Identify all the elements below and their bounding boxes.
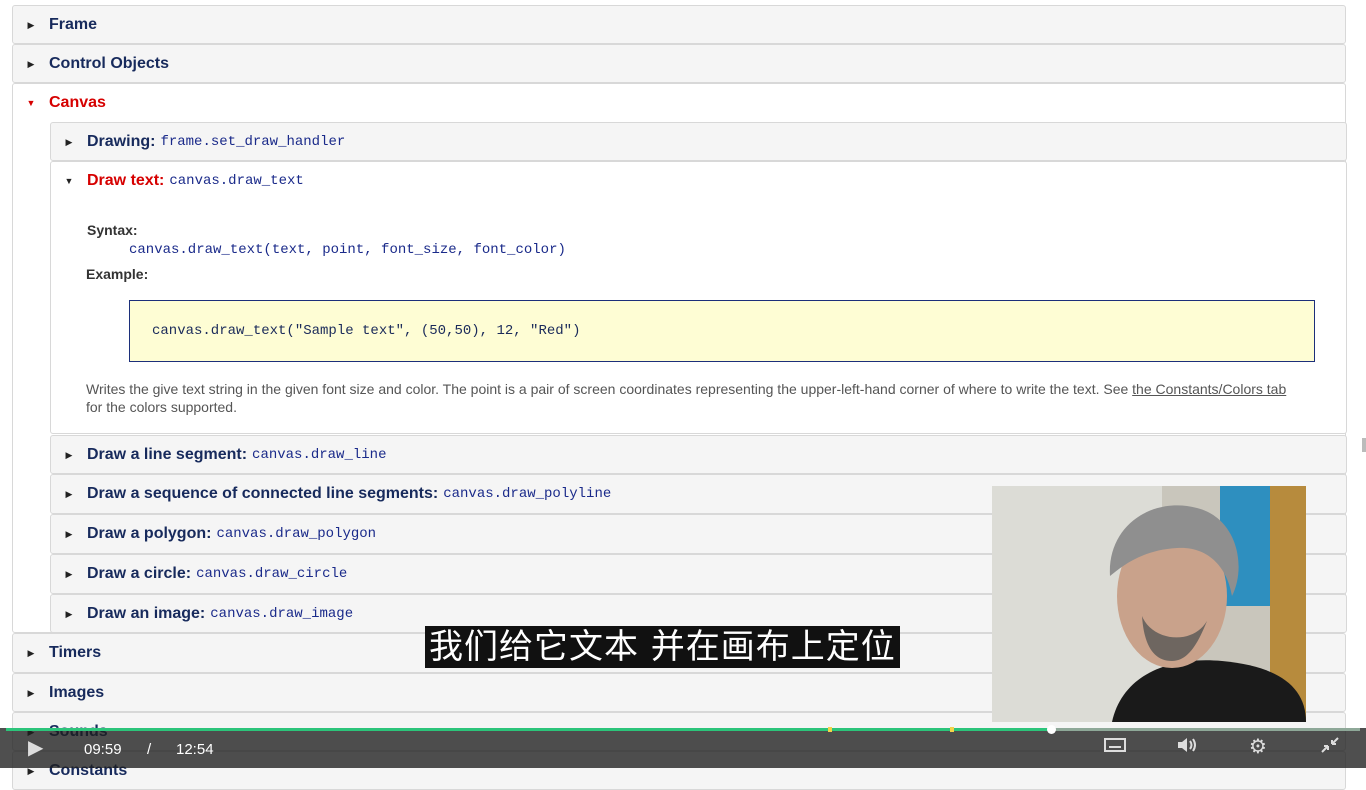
progress-handle[interactable] bbox=[1047, 725, 1057, 734]
time-separator: / bbox=[147, 741, 152, 758]
current-time: 09:59 bbox=[84, 741, 122, 758]
constants-colors-link[interactable]: the Constants/Colors tab bbox=[1132, 381, 1286, 397]
canvas-item-draw-line-header[interactable]: ▶ Draw a line segment: canvas.draw_line bbox=[51, 436, 1346, 474]
draw-text-description: Writes the give text string in the given… bbox=[86, 380, 1306, 416]
exit-fullscreen-icon[interactable] bbox=[1320, 736, 1340, 759]
canvas-item-code: canvas.draw_line bbox=[252, 447, 387, 463]
example-code: canvas.draw_text("Sample text", (50,50),… bbox=[152, 323, 581, 339]
example-label: Example: bbox=[86, 266, 149, 282]
caret-right-icon: ▶ bbox=[27, 647, 35, 658]
canvas-item-code: canvas.draw_polygon bbox=[216, 526, 377, 542]
canvas-item-draw-text-header[interactable]: ▼ Draw text: canvas.draw_text bbox=[51, 162, 1346, 200]
gear-icon[interactable]: ⚙ bbox=[1249, 734, 1267, 759]
caret-down-icon: ▼ bbox=[64, 176, 74, 186]
example-code-box: canvas.draw_text("Sample text", (50,50),… bbox=[129, 300, 1315, 362]
duration: 12:54 bbox=[176, 741, 214, 758]
captions-icon[interactable] bbox=[1104, 737, 1126, 758]
caret-right-icon: ▶ bbox=[27, 19, 35, 30]
chapter-marker bbox=[828, 727, 832, 732]
canvas-item-drawing-header[interactable]: ▶ Drawing: frame.set_draw_handler bbox=[51, 123, 1346, 161]
section-control-objects[interactable]: ▶ Control Objects bbox=[12, 44, 1346, 83]
canvas-item-code: canvas.draw_image bbox=[210, 606, 354, 622]
subtitle-caption: 我们给它文本 并在画布上定位 bbox=[425, 626, 900, 668]
syntax-code: canvas.draw_text(text, point, font_size,… bbox=[129, 242, 566, 258]
section-control-objects-header[interactable]: ▶ Control Objects bbox=[13, 45, 1345, 83]
canvas-item-code: canvas.draw_circle bbox=[196, 566, 348, 582]
syntax-label: Syntax: bbox=[87, 222, 138, 238]
caret-right-icon: ▶ bbox=[65, 528, 73, 539]
section-canvas-header[interactable]: ▼ Canvas bbox=[13, 84, 1345, 122]
caret-right-icon: ▶ bbox=[27, 687, 35, 698]
canvas-item-draw-line[interactable]: ▶ Draw a line segment: canvas.draw_line bbox=[50, 435, 1347, 474]
canvas-item-label: Draw a line segment: bbox=[87, 446, 248, 463]
section-frame[interactable]: ▶ Frame bbox=[12, 5, 1346, 44]
canvas-item-drawing[interactable]: ▶ Drawing: frame.set_draw_handler bbox=[50, 122, 1347, 161]
caret-right-icon: ▶ bbox=[65, 568, 73, 579]
canvas-item-label: Draw an image: bbox=[87, 605, 206, 622]
section-timers-title: Timers bbox=[49, 644, 102, 661]
caret-right-icon: ▶ bbox=[27, 58, 35, 69]
play-icon[interactable]: ▶ bbox=[28, 735, 43, 760]
canvas-item-label: Draw a sequence of connected line segmen… bbox=[87, 485, 439, 502]
caret-right-icon: ▶ bbox=[65, 608, 73, 619]
caret-right-icon: ▶ bbox=[65, 488, 73, 499]
canvas-item-label: Draw a circle: bbox=[87, 565, 192, 582]
canvas-item-code: canvas.draw_polyline bbox=[443, 486, 612, 502]
canvas-item-label: Draw a polygon: bbox=[87, 525, 212, 542]
chapter-marker bbox=[950, 727, 954, 732]
caret-down-icon: ▼ bbox=[26, 98, 36, 108]
canvas-item-draw-text: ▼ Draw text: canvas.draw_text Syntax: ca… bbox=[50, 161, 1347, 434]
section-images-title: Images bbox=[49, 684, 105, 701]
canvas-item-label: Drawing: bbox=[87, 133, 156, 150]
canvas-item-code: canvas.draw_text bbox=[169, 173, 304, 189]
section-control-objects-title: Control Objects bbox=[49, 55, 170, 72]
canvas-item-code: frame.set_draw_handler bbox=[160, 134, 346, 150]
caret-right-icon: ▶ bbox=[65, 136, 73, 147]
section-canvas-title: Canvas bbox=[49, 94, 106, 111]
description-tail: for the colors supported. bbox=[86, 399, 237, 415]
section-frame-header[interactable]: ▶ Frame bbox=[13, 6, 1345, 44]
presenter-image bbox=[992, 486, 1306, 722]
progress-fill bbox=[6, 728, 1052, 731]
section-frame-title: Frame bbox=[49, 16, 98, 33]
scrollbar-thumb[interactable] bbox=[1362, 438, 1366, 452]
volume-icon[interactable] bbox=[1176, 736, 1198, 759]
presenter-video bbox=[992, 486, 1306, 722]
description-text: Writes the give text string in the given… bbox=[86, 381, 1133, 397]
canvas-item-label: Draw text: bbox=[87, 172, 165, 189]
caret-right-icon: ▶ bbox=[65, 449, 73, 460]
video-controls: ▶ 09:59 / 12:54 ⚙ bbox=[0, 725, 1366, 768]
